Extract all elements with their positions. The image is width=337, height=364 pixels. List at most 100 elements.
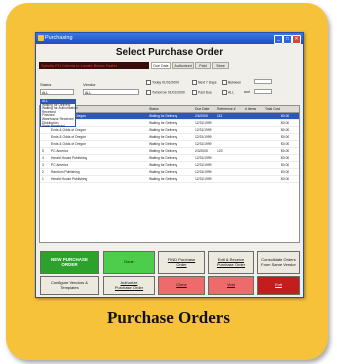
criteria-label: Specify PO Criteria to Locate Below Fast… — [39, 62, 149, 69]
row-total-cost: $0.00 — [281, 163, 290, 167]
option-between[interactable]: Between — [222, 80, 241, 85]
row-vendor: Herald House Publishing — [51, 156, 88, 160]
caption-title: Purchase Orders — [107, 308, 230, 327]
row-total-cost: $0.00 — [281, 128, 290, 132]
row-total-cost: $0.00 — [281, 121, 290, 125]
row-items — [244, 127, 245, 133]
status-label: Status — [40, 82, 52, 87]
row-items — [244, 120, 245, 126]
tab-store[interactable]: Store — [212, 62, 229, 69]
row-due-date: 12/31/1999 — [195, 163, 212, 167]
col-due-date[interactable]: Due Date — [194, 106, 209, 112]
table-row[interactable]: Ends & Odds of OregonWaiting for Deliver… — [40, 113, 299, 120]
authorize-purchase-order-button[interactable]: Authorize Purchase Order — [103, 276, 155, 295]
row-number — [41, 141, 42, 147]
row-reference — [216, 169, 217, 175]
maximize-icon[interactable]: □ — [283, 35, 292, 44]
vendor-select[interactable]: ALL — [83, 89, 139, 95]
done-button[interactable]: Done — [103, 251, 155, 274]
table-row[interactable]: Ends & Odds of OregonWaiting for Deliver… — [40, 141, 299, 148]
table-row[interactable]: 5 PC America Waiting for Delivery 2/3/2005 1… — [40, 148, 299, 155]
table-row[interactable]: 4 Herald House Publishing Waiting for Deli… — [40, 155, 299, 162]
row-total-cost: $0.00 — [281, 114, 290, 118]
exit-button[interactable]: Exit — [257, 276, 300, 295]
row-due-date: 2/3/2005 — [195, 149, 208, 153]
row-due-date: 12/31/1999 — [195, 135, 212, 139]
row-reference — [216, 141, 217, 147]
table-row[interactable]: Ends & Odds of OregonWaiting for Deliver… — [40, 134, 299, 141]
row-number: 3 — [42, 163, 44, 167]
close-icon[interactable]: ✕ — [292, 35, 301, 44]
row-status: Waiting for Delivery — [149, 170, 178, 174]
row-vendor: Random Publishing — [51, 170, 80, 174]
status-select[interactable]: ALL — [40, 89, 74, 95]
col-reference[interactable]: Reference # — [216, 106, 235, 112]
consolidate-orders-button[interactable]: Consolidate Orders From Same Vendor — [257, 251, 300, 274]
row-total-cost: $0.00 — [281, 177, 290, 181]
tab-paid[interactable]: Paid — [195, 62, 211, 69]
row-items — [244, 176, 245, 182]
col-total-cost[interactable]: Total Cost — [264, 106, 280, 112]
row-status: Waiting for Delivery — [149, 121, 178, 125]
row-reference — [216, 162, 217, 168]
status-dropdown-list[interactable]: ALL Waiting for Delivery Waiting for Autho… — [40, 99, 78, 129]
row-due-date: 12/31/1999 — [195, 170, 212, 174]
edit-receive-button[interactable]: Edit & Receive Purchase Order — [208, 251, 254, 274]
col-items[interactable]: # Items — [244, 106, 256, 112]
page-title: Select Purchase Order — [115, 47, 224, 58]
table-row[interactable]: 1 Herald House Publishing Waiting for Deli… — [40, 176, 299, 183]
option-tomorrow[interactable]: Tomorrow 01/01/2000 — [146, 90, 185, 95]
start-date-field[interactable] — [254, 79, 272, 84]
table-row[interactable]: 3 PC America Waiting for Delivery 12/31/199… — [40, 162, 299, 169]
row-vendor: PC America — [51, 163, 69, 167]
row-reference: 113 — [217, 114, 223, 118]
row-items — [244, 134, 245, 140]
col-status[interactable]: Status — [148, 106, 159, 112]
option-all[interactable]: ALL — [222, 90, 234, 95]
row-total-cost: $0.00 — [281, 149, 290, 153]
table-row[interactable]: 2 Random Publishing Waiting for Delivery 12… — [40, 169, 299, 176]
app-icon — [38, 35, 44, 41]
new-purchase-order-button[interactable]: NEW PURCHASE ORDER — [40, 251, 99, 274]
purchase-orders-table: Status Due Date Reference # # Items Tota… — [39, 105, 300, 243]
table-row[interactable]: Waiting for Delivery 12/31/1999 $0.00 — [40, 120, 299, 127]
option-next-7-days[interactable]: Next 7 Days — [192, 80, 216, 85]
tab-authorized[interactable]: Authorized — [172, 62, 194, 69]
find-purchase-order-button[interactable]: FIND Purchase Order — [158, 251, 205, 274]
row-reference — [216, 127, 217, 133]
row-due-date: 12/31/1999 — [195, 156, 212, 160]
vendor-label: Vendor — [83, 82, 96, 87]
table-header: Status Due Date Reference # # Items Tota… — [40, 106, 299, 113]
end-date-field[interactable] — [254, 89, 272, 94]
row-number — [41, 134, 42, 140]
void-button[interactable]: Void — [208, 276, 254, 295]
clone-button[interactable]: Clone — [158, 276, 205, 295]
row-total-cost: $0.00 — [281, 156, 290, 160]
minimize-icon[interactable]: _ — [274, 35, 283, 44]
status-option[interactable]: Store Received — [41, 125, 75, 129]
row-reference — [216, 120, 217, 126]
row-number: 4 — [42, 156, 44, 160]
row-due-date: 12/31/1999 — [195, 128, 212, 132]
row-reference — [216, 134, 217, 140]
table-row[interactable]: Ends & Odds of OregonWaiting for Deliver… — [40, 127, 299, 134]
option-today[interactable]: Today 01/01/2000 — [146, 80, 179, 85]
row-number: 5 — [42, 149, 44, 153]
row-due-date: 12/31/1999 — [195, 177, 212, 181]
row-due-date: 12/31/1999 — [195, 142, 212, 146]
row-vendor: PC America — [51, 149, 69, 153]
row-items — [244, 162, 245, 168]
row-total-cost: $0.00 — [281, 142, 290, 146]
option-past-due[interactable]: Past Due — [192, 90, 212, 95]
row-reference — [216, 155, 217, 161]
row-due-date: 12/31/1999 — [195, 121, 212, 125]
row-status: Waiting for Delivery — [149, 156, 178, 160]
row-items — [244, 141, 245, 147]
row-items — [244, 148, 245, 154]
configure-vendors-button[interactable]: Configure Vendors & Templates — [40, 276, 99, 295]
row-vendor: Ends & Odds of Oregon — [51, 135, 87, 139]
tab-due-date[interactable]: Due Date — [151, 62, 171, 69]
row-status: Waiting for Delivery — [149, 149, 178, 153]
row-number: 2 — [42, 170, 44, 174]
row-items — [244, 169, 245, 175]
